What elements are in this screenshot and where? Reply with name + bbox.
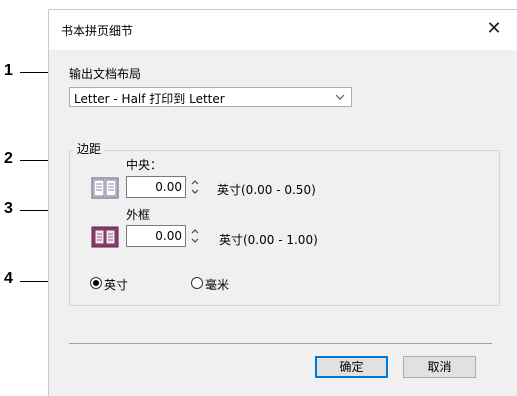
center-margin-label: 中央： [126, 158, 163, 172]
outer-margin-label: 外框 [126, 208, 151, 222]
outer-margin-value: 0.00 [155, 229, 182, 243]
unit-mm-radio[interactable] [191, 277, 203, 289]
center-margin-stepper[interactable] [189, 176, 201, 198]
outer-margin-range: 英寸(0.00 - 1.00) [219, 233, 318, 247]
title-bar: 书本拼页细节 ✕ [49, 10, 517, 50]
booklet-details-dialog: 书本拼页细节 ✕ 输出文档布局 Letter - Half 打印到 Letter… [48, 9, 517, 396]
margins-group-label: 边距 [74, 140, 105, 157]
callout-1: 1 [4, 62, 13, 79]
unit-mm-label[interactable]: 毫米 [205, 276, 229, 293]
output-layout-label: 输出文档布局 [69, 67, 142, 81]
dialog-title: 书本拼页细节 [61, 24, 134, 38]
close-icon: ✕ [486, 18, 502, 39]
center-book-icon [91, 177, 119, 199]
separator [69, 343, 492, 344]
unit-inch-label[interactable]: 英寸 [104, 276, 128, 293]
outer-margin-input[interactable]: 0.00 [126, 225, 186, 247]
output-layout-value: Letter - Half 打印到 Letter [74, 92, 225, 106]
output-layout-select[interactable]: Letter - Half 打印到 Letter [69, 87, 352, 107]
center-margin-value: 0.00 [155, 180, 182, 194]
close-button[interactable]: ✕ [479, 14, 509, 44]
outer-margin-stepper[interactable] [189, 225, 201, 247]
callout-4: 4 [4, 270, 13, 287]
center-margin-input[interactable]: 0.00 [126, 176, 186, 198]
ok-button[interactable]: 确定 [315, 356, 388, 378]
callout-3: 3 [4, 200, 13, 217]
center-margin-range: 英寸(0.00 - 0.50) [217, 183, 316, 197]
unit-inch-radio[interactable] [90, 277, 102, 289]
cancel-button[interactable]: 取消 [403, 356, 476, 378]
callout-2: 2 [4, 150, 13, 167]
chevron-down-icon [335, 94, 345, 100]
outer-book-icon [91, 226, 119, 248]
